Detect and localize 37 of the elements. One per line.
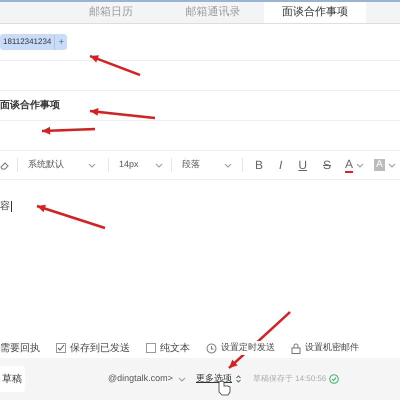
arrow-drawing (42, 126, 96, 135)
chevron-down-icon (388, 162, 396, 168)
tab[interactable]: 面谈合作事项 (264, 2, 366, 23)
chevron-down-icon (178, 376, 186, 382)
chevron-down-icon (356, 162, 364, 168)
check-circle-icon (329, 374, 340, 384)
underline-button[interactable]: U (298, 156, 308, 174)
text-color-button[interactable]: A (345, 158, 354, 172)
chevron-down-icon (155, 162, 163, 168)
sort-icon (236, 375, 241, 383)
eraser-icon[interactable] (0, 160, 9, 170)
paragraph-select[interactable]: 段落 (182, 158, 236, 172)
body-text[interactable]: 容 (0, 201, 12, 212)
arrow-drawing (90, 108, 156, 120)
italic-button[interactable]: I (279, 156, 282, 174)
arrow-drawing (90, 54, 140, 76)
strikethrough-button[interactable]: S (323, 156, 332, 174)
font-select[interactable]: 系统默认 (28, 158, 100, 172)
draft-button[interactable]: 草稿 (0, 366, 25, 392)
size-select[interactable]: 14px (119, 158, 167, 172)
hand-cursor-icon (218, 380, 230, 396)
lock-icon (291, 342, 301, 354)
clock-icon (206, 342, 217, 354)
option-label[interactable]: 设置定时发送 (221, 341, 275, 355)
option-label[interactable]: 保存到已发送 (70, 340, 130, 356)
option-label[interactable]: 需要回执 (0, 340, 40, 356)
bold-button[interactable]: B (255, 156, 264, 174)
checkbox[interactable] (56, 343, 66, 353)
checkbox[interactable] (146, 343, 156, 353)
sender-select[interactable]: @dingtalk.com> (108, 372, 173, 386)
option-label[interactable]: 纯文本 (160, 340, 190, 356)
chevron-down-icon (224, 162, 232, 168)
subject-field[interactable]: 面谈合作事项 (0, 98, 60, 113)
save-status: 草稿保存于 14:50:56 (252, 373, 326, 385)
arrow-drawing (36, 204, 106, 230)
chevron-down-icon (88, 162, 96, 168)
recipient-chip[interactable]: 18112341234 + (0, 34, 68, 50)
